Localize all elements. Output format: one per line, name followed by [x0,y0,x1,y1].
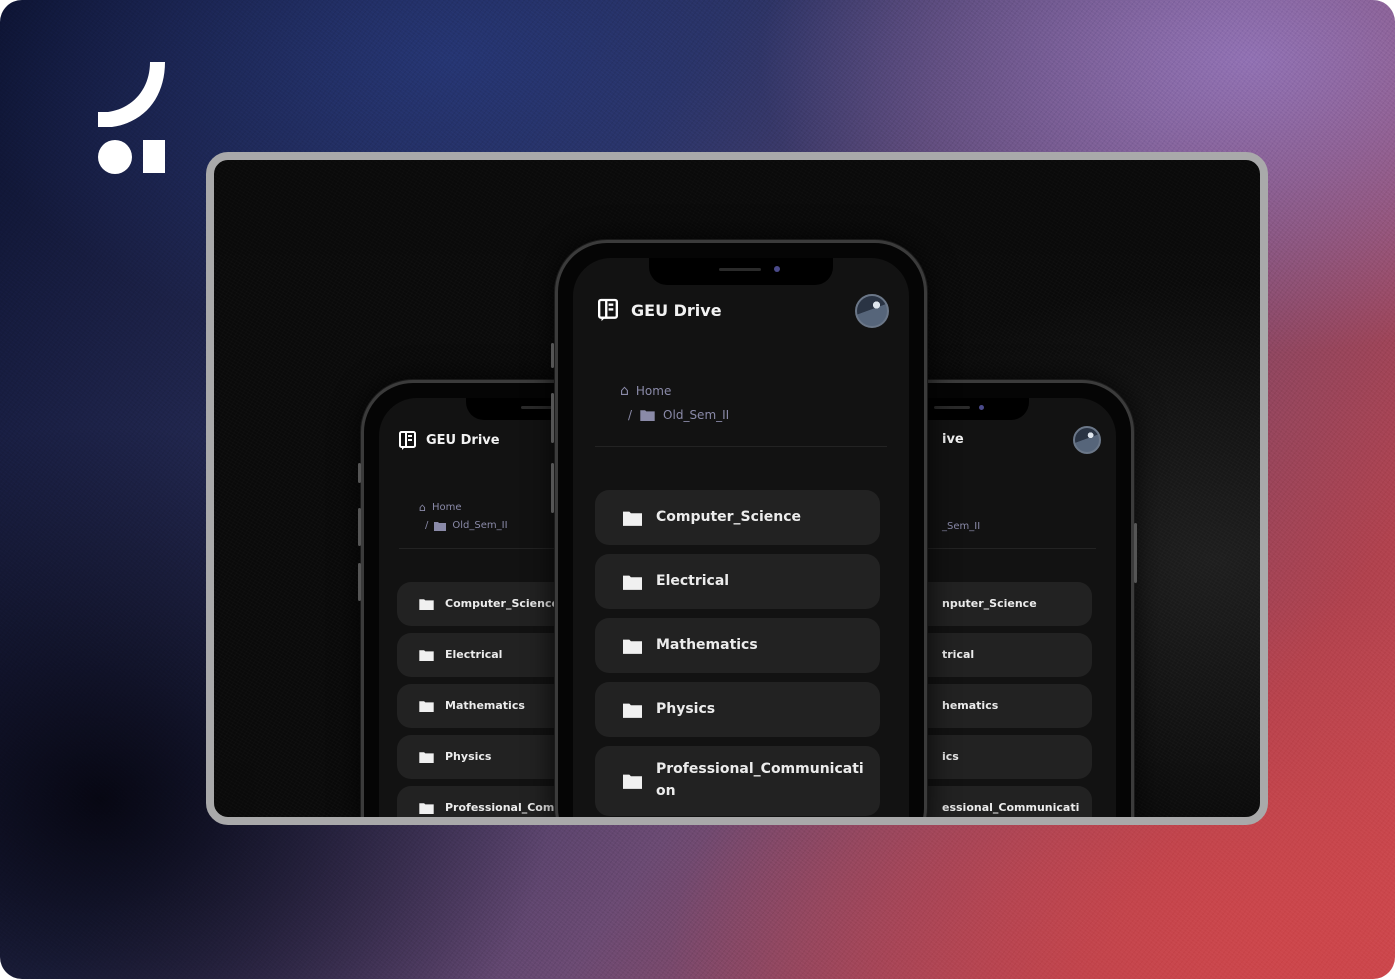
folder-label: Electrical [656,572,730,589]
folder-item[interactable]: Professional_Communicati on [595,746,880,816]
folder-label: hematics [942,699,999,713]
folder-label: Professional_Communicati on [656,761,864,799]
side-button [358,508,361,546]
breadcrumb-home[interactable]: ⌂ Home [620,383,729,399]
folder-icon [419,650,434,661]
folder-icon [419,752,434,763]
folder-item[interactable]: Computer_Science [595,490,880,545]
device-showcase-frame: GEU Drive ⌂ Home / Old_Sem_II Computer_S… [206,152,1268,825]
folder-label: Professional_Comm [445,801,566,815]
phone-screen: GEU Drive ⌂ Home / Old_Sem_II Computer_S… [573,258,909,817]
folder-icon [623,703,642,718]
folder-label: trical [942,648,975,662]
breadcrumb: ⌂ Home / Old_Sem_II [419,501,508,531]
folder-label: Mathematics [445,699,525,713]
folder-label: Physics [656,700,716,717]
breadcrumb-current-label: Old_Sem_II [663,408,730,422]
app-header: GEU Drive [598,298,722,322]
home-icon: ⌂ [620,383,629,399]
notch [649,258,833,285]
home-icon: ⌂ [419,501,426,514]
breadcrumb-home[interactable]: ⌂ Home [419,501,508,514]
folder-label: essional_Communicati [942,801,1080,815]
breadcrumb-current[interactable]: / Old_Sem_II [425,520,508,531]
app-title: GEU Drive [426,433,500,448]
folder-icon [419,803,434,814]
breadcrumb-current-label[interactable]: _Sem_II [942,521,980,532]
breadcrumb-current[interactable]: / Old_Sem_II [628,408,729,422]
folder-label: Mathematics [656,636,758,653]
app-header: GEU Drive [399,431,500,450]
breadcrumb-home-label: Home [635,384,672,398]
speaker [719,268,761,271]
notebook-icon [399,431,416,450]
side-button [358,563,361,601]
folder-icon [623,511,642,526]
breadcrumb: ⌂ Home / Old_Sem_II [620,383,729,422]
folder-icon [419,599,434,610]
folder-icon [623,575,642,590]
folder-icon [623,774,642,789]
folder-icon [623,639,642,654]
promo-background: GEU Drive ⌂ Home / Old_Sem_II Computer_S… [0,0,1395,979]
folder-label: Computer_Science [656,508,801,525]
folder-label: Computer_Science [445,597,559,611]
app-title: GEU Drive [631,300,722,320]
folder-label: Physics [445,750,492,764]
folder-label: nputer_Science [942,597,1037,611]
avatar-theme-toggle[interactable] [1073,426,1101,454]
breadcrumb-separator: / [628,408,633,422]
folder-icon [640,410,655,421]
notebook-icon [598,298,618,322]
side-button [551,343,554,368]
brand-logo-icon [98,62,165,174]
side-button [358,463,361,483]
folder-label: ics [942,750,959,764]
folder-item[interactable]: Electrical [595,554,880,609]
folder-item[interactable]: Physics [595,682,880,737]
speaker [934,406,970,409]
side-button [551,463,554,513]
folder-item[interactable]: Mathematics [595,618,880,673]
avatar-theme-toggle[interactable] [855,294,889,328]
breadcrumb-current-label: Old_Sem_II [452,520,508,531]
camera [979,405,984,410]
side-button [1134,523,1137,583]
camera [774,266,780,272]
phone-mockup-center: GEU Drive ⌂ Home / Old_Sem_II Computer_S… [551,240,927,817]
folder-icon [434,521,447,531]
app-title: ive [942,432,964,447]
breadcrumb-home-label: Home [431,502,462,513]
divider [595,446,887,447]
side-button [551,393,554,443]
folder-label: Electrical [445,648,503,662]
breadcrumb-separator: / [425,520,429,531]
folder-icon [419,701,434,712]
